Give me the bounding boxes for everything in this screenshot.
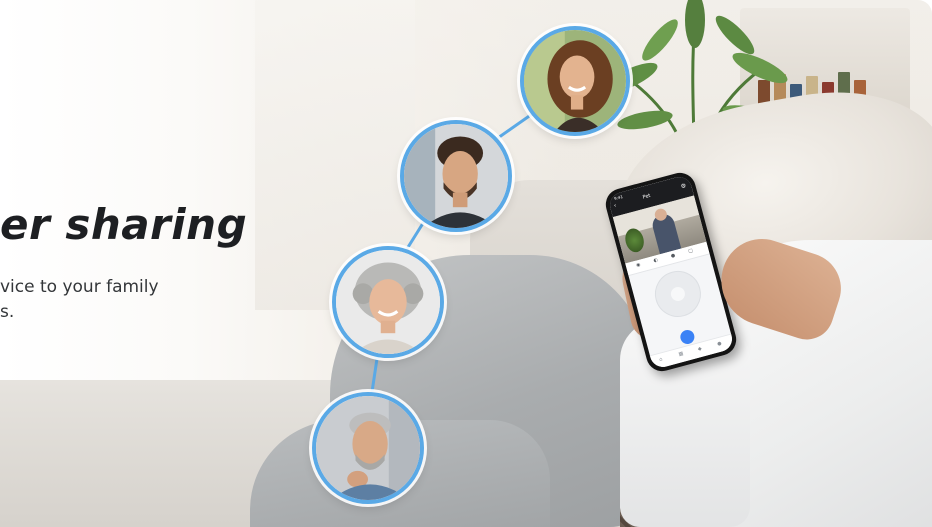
young-woman-portrait (524, 30, 626, 132)
hero-banner: 9:41 ‹ Pet ⚙ ◉ ◐ ● ▢ ⌂ ▦ ◆ ● er sharing … (0, 0, 932, 527)
young-man-portrait (404, 124, 508, 228)
connector-line (494, 110, 536, 142)
connector-line (403, 219, 427, 253)
connector-line (370, 351, 380, 393)
subtitle-line-1: vice to your family (0, 277, 159, 297)
older-woman-portrait (336, 250, 440, 354)
subtitle: vice to your family s. (0, 275, 159, 325)
older-man-portrait (316, 396, 420, 500)
avatar-older-man (312, 392, 424, 504)
avatar-older-woman (332, 246, 444, 358)
avatar-young-woman (520, 26, 630, 136)
headline: er sharing (0, 200, 248, 249)
avatar-young-man (400, 120, 512, 232)
avatar-connectors (370, 110, 536, 393)
subtitle-line-2: s. (0, 302, 15, 322)
